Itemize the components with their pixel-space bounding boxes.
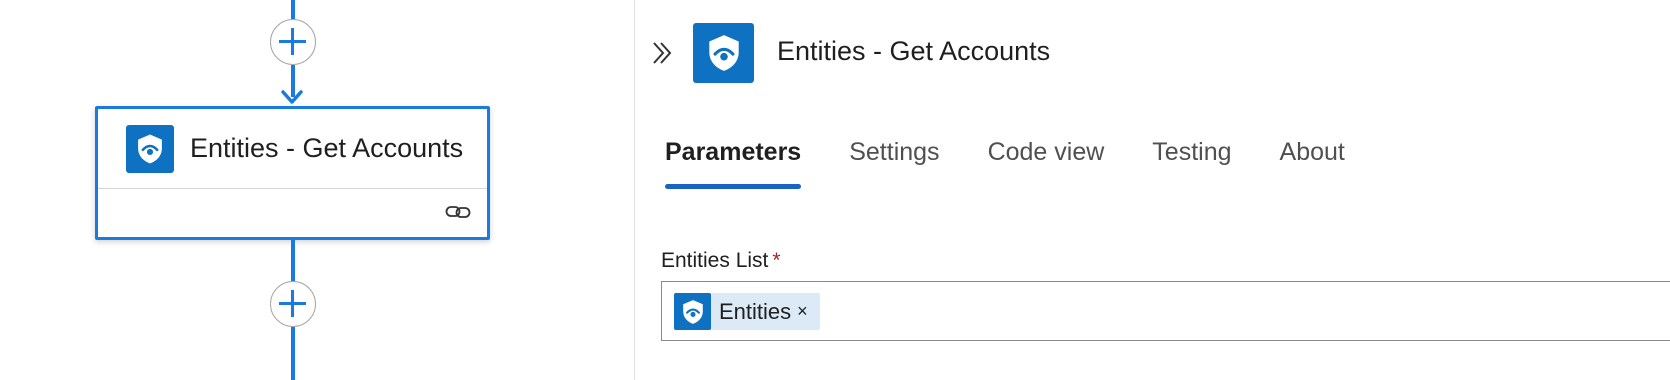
- entities-list-input[interactable]: Entities ×: [661, 281, 1670, 341]
- action-card-footer: [98, 189, 487, 237]
- connector-line: [291, 327, 295, 380]
- arrow-down-icon: [281, 90, 303, 104]
- panel-divider: [634, 0, 635, 380]
- tab-parameters[interactable]: Parameters: [665, 138, 802, 189]
- connector-line: [291, 240, 295, 282]
- tab-testing[interactable]: Testing: [1152, 138, 1231, 189]
- panel-tabs: Parameters Settings Code view Testing Ab…: [665, 138, 1393, 189]
- plus-icon: [279, 28, 306, 55]
- action-card-title: Entities - Get Accounts: [190, 133, 464, 163]
- sentinel-shield-icon: [693, 23, 754, 83]
- add-step-button[interactable]: [270, 281, 316, 327]
- entities-list-label: Entities List *: [661, 249, 781, 273]
- action-card[interactable]: Entities - Get Accounts: [95, 106, 490, 240]
- token-remove-button[interactable]: ×: [797, 301, 808, 322]
- required-marker: *: [772, 249, 781, 272]
- token-label: Entities: [719, 298, 792, 324]
- add-step-button[interactable]: [270, 19, 316, 65]
- double-chevron-right-icon[interactable]: [651, 40, 675, 66]
- tab-about[interactable]: About: [1280, 138, 1345, 189]
- action-card-header: Entities - Get Accounts: [98, 109, 487, 189]
- field-label-text: Entities List: [661, 249, 769, 272]
- dynamic-content-token[interactable]: Entities ×: [674, 293, 820, 330]
- plus-icon: [279, 290, 306, 317]
- sentinel-shield-icon: [674, 293, 711, 330]
- action-details-panel: Entities - Get Accounts Parameters Setti…: [636, 0, 1670, 380]
- tab-settings[interactable]: Settings: [849, 138, 939, 189]
- panel-title: Entities - Get Accounts: [777, 36, 1051, 66]
- connector-line: [291, 0, 295, 20]
- link-icon: [445, 206, 471, 218]
- sentinel-shield-icon: [126, 124, 174, 173]
- tab-code-view[interactable]: Code view: [988, 138, 1105, 189]
- workflow-canvas: Entities - Get Accounts: [0, 0, 635, 380]
